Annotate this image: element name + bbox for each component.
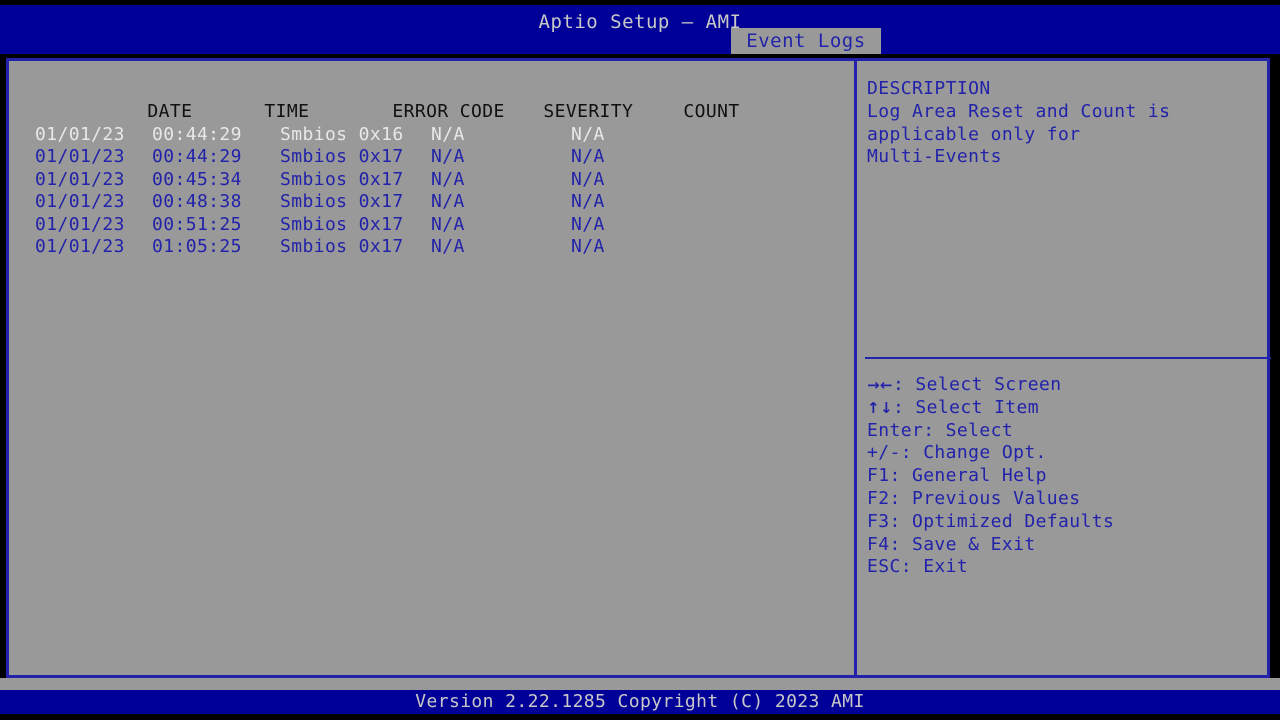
- cell-time: 00:51:25: [152, 213, 242, 235]
- content-frame: DATE TIME ERROR CODE SEVERITY COUNT 01/01/23…: [6, 58, 1271, 678]
- page-title: Aptio Setup – AMI: [538, 11, 742, 33]
- table-row[interactable]: 01/01/23 00:48:38 Smbios 0x17 N/A N/A: [35, 191, 854, 214]
- help-action-label: : Previous Values: [889, 487, 1081, 509]
- cell-time: 01:05:25: [152, 236, 242, 257]
- cell-error-code: Smbios 0x17: [280, 168, 404, 190]
- help-key-label: F1: [867, 465, 890, 487]
- footer-version: Version 2.22.1285 Copyright (C) 2023 AMI: [0, 690, 1280, 714]
- cell-error-code: Smbios 0x17: [280, 146, 404, 167]
- help-item: F1: General Help: [867, 465, 1277, 488]
- column-header-date: DATE: [147, 100, 193, 122]
- cell-date: 01/01/23: [35, 191, 125, 212]
- description-heading: DESCRIPTION: [867, 78, 991, 99]
- cell-severity: N/A: [431, 213, 465, 235]
- help-item: Enter: Select: [867, 420, 1277, 443]
- cell-time: 00:44:29: [152, 146, 242, 167]
- table-row[interactable]: 01/01/23 00:45:34 Smbios 0x17 N/A N/A: [35, 169, 854, 192]
- cell-count: N/A: [571, 123, 605, 145]
- arrow-keys-icon: →←: [867, 376, 893, 394]
- cell-date: 01/01/23: [35, 236, 125, 257]
- cell-count: N/A: [571, 213, 605, 235]
- table-row[interactable]: 01/01/23 00:51:25 Smbios 0x17 N/A N/A: [35, 214, 854, 237]
- help-action-label: : Change Opt.: [900, 442, 1047, 464]
- description-line: Log Area Reset and Count is: [867, 100, 1171, 122]
- arrow-keys-icon: ↑↓: [867, 398, 893, 417]
- tab-event-logs[interactable]: Event Logs: [731, 28, 881, 54]
- column-header-count: COUNT: [683, 100, 740, 122]
- table-body: 01/01/23 00:44:29 Smbios 0x16 N/A N/A 01/01/2…: [35, 124, 854, 259]
- help-item: F3: Optimized Defaults: [867, 511, 1277, 534]
- cell-date: 01/01/23: [35, 146, 125, 167]
- table-row[interactable]: 01/01/23 01:05:25 Smbios 0x17 N/A N/A: [35, 236, 854, 259]
- info-panel-divider: [865, 357, 1271, 359]
- description-line: applicable only for: [867, 123, 1081, 145]
- help-action-label: : Save & Exit: [889, 533, 1036, 555]
- cell-count: N/A: [571, 236, 605, 257]
- cell-date: 01/01/23: [35, 213, 125, 235]
- keyboard-help-list: →←: Select Screen ↑↓: Select Item Enter: S…: [867, 374, 1277, 579]
- footer-gap: [0, 678, 1280, 690]
- help-key-label: +/-: [867, 442, 901, 464]
- bottom-bezel: [0, 714, 1280, 720]
- help-action-label: : Select: [923, 419, 1014, 441]
- cell-date: 01/01/23: [35, 168, 125, 190]
- cell-error-code: Smbios 0x16: [280, 123, 404, 145]
- cell-count: N/A: [571, 191, 605, 212]
- cell-error-code: Smbios 0x17: [280, 213, 404, 235]
- cell-error-code: Smbios 0x17: [280, 236, 404, 257]
- help-item: →←: Select Screen: [867, 374, 1277, 397]
- help-key-label: F3: [867, 510, 890, 532]
- table-row[interactable]: 01/01/23 00:44:29 Smbios 0x16 N/A N/A: [35, 124, 854, 147]
- cell-severity: N/A: [431, 123, 465, 145]
- help-key-label: F4: [867, 533, 890, 555]
- help-action-label: : General Help: [889, 465, 1047, 487]
- description-text: Log Area Reset and Count is applicable on…: [867, 101, 1267, 169]
- cell-count: N/A: [571, 168, 605, 190]
- cell-date: 01/01/23: [35, 123, 125, 145]
- help-item: +/-: Change Opt.: [867, 442, 1277, 465]
- help-action-label: : Select Item: [892, 396, 1040, 418]
- cell-time: 00:44:29: [152, 123, 242, 145]
- cell-severity: N/A: [431, 191, 465, 212]
- cell-count: N/A: [571, 146, 605, 167]
- description-line: Multi-Events: [867, 146, 1002, 168]
- cell-severity: N/A: [431, 146, 465, 167]
- help-action-label: : Exit: [900, 556, 969, 578]
- column-header-time: TIME: [264, 100, 310, 122]
- table-row[interactable]: 01/01/23 00:44:29 Smbios 0x17 N/A N/A: [35, 146, 854, 169]
- help-item: ESC: Exit: [867, 556, 1277, 579]
- help-action-label: : Select Screen: [892, 374, 1062, 395]
- header-bar: Aptio Setup – AMI: [0, 5, 1280, 54]
- help-action-label: : Optimized Defaults: [889, 510, 1115, 532]
- cell-severity: N/A: [431, 168, 465, 190]
- help-item: F2: Previous Values: [867, 488, 1277, 511]
- help-item: ↑↓: Select Item: [867, 397, 1277, 420]
- help-key-label: Enter: [867, 419, 924, 441]
- cell-error-code: Smbios 0x17: [280, 191, 404, 212]
- help-key-label: ESC: [867, 556, 901, 578]
- help-item: F4: Save & Exit: [867, 534, 1277, 557]
- cell-time: 00:45:34: [152, 168, 242, 190]
- cell-time: 00:48:38: [152, 191, 242, 212]
- event-log-panel: DATE TIME ERROR CODE SEVERITY COUNT 01/01/23…: [9, 61, 854, 675]
- table-header-row: DATE TIME ERROR CODE SEVERITY COUNT: [35, 78, 854, 122]
- column-header-error-code: ERROR CODE: [392, 100, 505, 122]
- description-block: DESCRIPTION Log Area Reset and Count is a…: [867, 78, 1267, 169]
- event-log-table: DATE TIME ERROR CODE SEVERITY COUNT 01/01/23…: [35, 78, 854, 259]
- cell-severity: N/A: [431, 236, 465, 257]
- bios-setup-screen: Aptio Setup – AMI Event Logs DATE TIME ERR…: [0, 0, 1280, 720]
- help-key-label: F2: [867, 487, 890, 509]
- info-panel: DESCRIPTION Log Area Reset and Count is a…: [857, 61, 1271, 675]
- column-header-severity: SEVERITY: [543, 100, 634, 122]
